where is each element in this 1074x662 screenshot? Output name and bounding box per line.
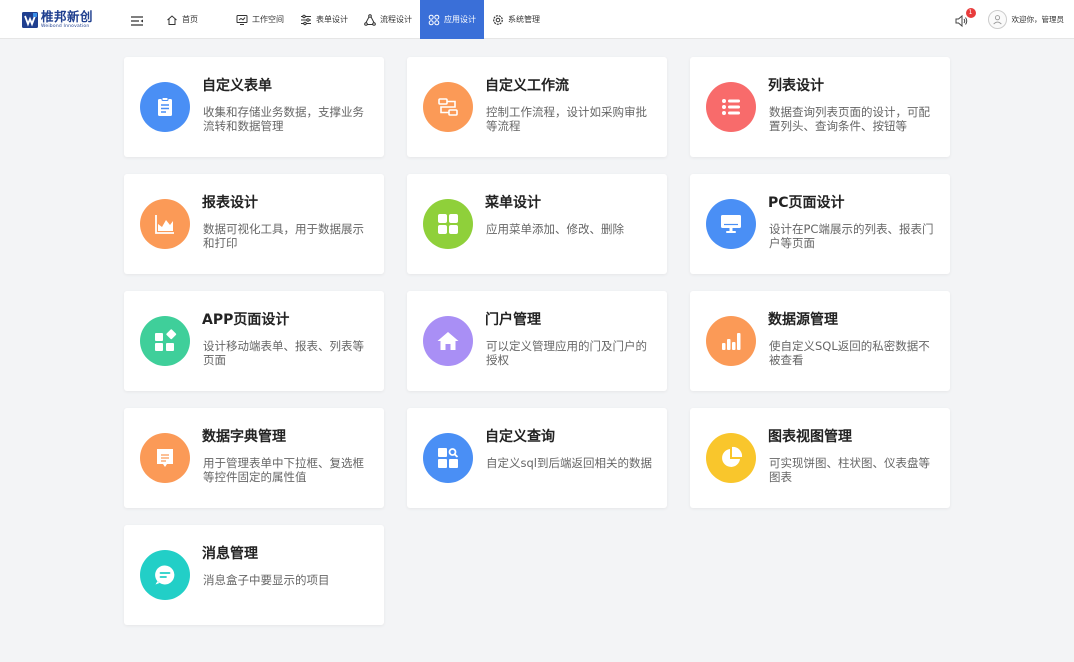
card-title: 报表设计	[202, 195, 258, 211]
card-list-design[interactable]: 列表设计 数据查询列表页面的设计，可配置列头、查询条件、按钮等	[690, 57, 950, 157]
card-title: 自定义表单	[202, 78, 272, 94]
card-datasource-management[interactable]: 数据源管理 使自定义SQL返回的私密数据不被查看	[690, 291, 950, 391]
card-title: 消息管理	[202, 546, 258, 562]
card-description: 可以定义管理应用的门及门户的授权	[486, 339, 647, 367]
card-icon-circle	[140, 433, 190, 483]
dictionary-icon	[157, 449, 173, 467]
flow-icon	[364, 13, 376, 26]
gear-icon	[493, 14, 503, 25]
card-icon-circle	[706, 316, 756, 366]
card-pc-page-design[interactable]: PC页面设计 设计在PC端展示的列表、报表门户等页面	[690, 174, 950, 274]
clipboard-icon	[158, 97, 172, 116]
house-icon	[437, 332, 459, 350]
nav-item-form-design[interactable]: 表单设计	[292, 0, 356, 39]
card-description: 数据可视化工具，用于数据展示和打印	[203, 222, 364, 250]
nav-item-app-design[interactable]: 应用设计	[420, 0, 484, 39]
card-description: 收集和存储业务数据，支撑业务流转和数据管理	[203, 105, 364, 133]
card-icon-circle	[423, 433, 473, 483]
card-portal-management[interactable]: 门户管理 可以定义管理应用的门及门户的授权	[407, 291, 667, 391]
card-description: 设计移动端表单、报表、列表等页面	[203, 339, 364, 367]
widgets-icon	[155, 329, 177, 351]
card-icon-circle	[423, 316, 473, 366]
sliders-icon	[301, 14, 311, 25]
card-description: 用于管理表单中下拉框、复选框等控件固定的属性值	[203, 456, 364, 484]
card-title: APP页面设计	[202, 312, 290, 328]
desktop-icon	[721, 215, 741, 233]
workflow-icon	[438, 98, 458, 116]
logo-text: 椎邦新创 Weibond Innovation	[41, 9, 94, 29]
nav-item-label: 首页	[182, 15, 198, 24]
card-title: 数据源管理	[768, 312, 838, 328]
nav-item-home[interactable]: 首页	[158, 0, 206, 39]
card-description: 消息盒子中要显示的项目	[203, 573, 330, 587]
notification-button[interactable]: 1	[954, 7, 976, 27]
card-title: PC页面设计	[768, 195, 845, 211]
user-icon	[992, 15, 1002, 25]
card-title: 门户管理	[485, 312, 541, 328]
card-description: 数据查询列表页面的设计，可配置列头、查询条件、按钮等	[769, 105, 930, 133]
nav-item-label: 表单设计	[316, 15, 348, 24]
card-app-page-design[interactable]: APP页面设计 设计移动端表单、报表、列表等页面	[124, 291, 384, 391]
top-bar: 椎邦新创 Weibond Innovation 首页 工作空间 表单设计 流程设…	[0, 0, 1074, 39]
card-icon-circle	[140, 82, 190, 132]
logo[interactable]: 椎邦新创 Weibond Innovation	[22, 9, 93, 31]
bar-chart-icon	[722, 333, 741, 350]
card-description: 自定义sql到后端返回相关的数据	[486, 456, 652, 470]
notification-badge: 1	[965, 7, 976, 18]
card-description: 控制工作流程，设计如采购审批等流程	[486, 105, 647, 133]
card-icon-circle	[706, 82, 756, 132]
home-icon	[167, 14, 177, 25]
menu-toggle-icon[interactable]	[130, 13, 144, 27]
speaker-icon	[955, 14, 967, 27]
welcome-text[interactable]: 欢迎你，管理员	[1012, 14, 1065, 25]
card-title: 数据字典管理	[202, 429, 286, 445]
card-title: 自定义查询	[485, 429, 555, 445]
card-description: 可实现饼图、柱状图、仪表盘等图表	[769, 456, 930, 484]
card-title: 菜单设计	[485, 195, 541, 211]
avatar[interactable]	[987, 10, 1007, 29]
card-description: 使自定义SQL返回的私密数据不被查看	[769, 339, 930, 367]
list-icon	[722, 99, 740, 115]
card-icon-circle	[706, 199, 756, 249]
card-custom-form[interactable]: 自定义表单 收集和存储业务数据，支撑业务流转和数据管理	[124, 57, 384, 157]
card-title: 列表设计	[768, 78, 824, 94]
card-menu-design[interactable]: 菜单设计 应用菜单添加、修改、删除	[407, 174, 667, 274]
header-actions: 1 欢迎你，管理员	[954, 0, 1065, 39]
nav-item-label: 工作空间	[252, 15, 284, 24]
main-nav: 首页 工作空间 表单设计 流程设计 应用设计 系统管理	[158, 0, 548, 39]
area-chart-icon	[155, 215, 174, 234]
card-icon-circle	[706, 433, 756, 483]
pie-chart-icon	[722, 446, 743, 467]
card-icon-circle	[423, 82, 473, 132]
card-description: 设计在PC端展示的列表、报表门户等页面	[769, 222, 934, 250]
card-icon-circle	[140, 199, 190, 249]
nav-item-flow-design[interactable]: 流程设计	[356, 0, 420, 39]
card-custom-workflow[interactable]: 自定义工作流 控制工作流程，设计如采购审批等流程	[407, 57, 667, 157]
card-message-management[interactable]: 消息管理 消息盒子中要显示的项目	[124, 525, 384, 625]
nav-item-workspace[interactable]: 工作空间	[228, 0, 292, 39]
nav-item-label: 流程设计	[380, 15, 412, 24]
nav-item-system[interactable]: 系统管理	[484, 0, 548, 39]
card-icon-circle	[140, 550, 190, 600]
card-custom-query[interactable]: 自定义查询 自定义sql到后端返回相关的数据	[407, 408, 667, 508]
query-icon	[438, 448, 459, 468]
logo-name: 椎邦新创	[41, 9, 94, 24]
logo-mark-icon	[22, 12, 38, 28]
card-title: 自定义工作流	[485, 78, 569, 94]
logo-subtitle: Weibond Innovation	[41, 23, 90, 29]
card-icon-circle	[423, 199, 473, 249]
apps-icon	[428, 14, 440, 25]
card-description: 应用菜单添加、修改、删除	[486, 222, 624, 236]
card-chart-view-management[interactable]: 图表视图管理 可实现饼图、柱状图、仪表盘等图表	[690, 408, 950, 508]
card-title: 图表视图管理	[768, 429, 852, 445]
card-icon-circle	[140, 316, 190, 366]
nav-item-label: 系统管理	[508, 15, 540, 24]
card-dictionary-management[interactable]: 数据字典管理 用于管理表单中下拉框、复选框等控件固定的属性值	[124, 408, 384, 508]
nav-item-label: 应用设计	[444, 15, 476, 24]
monitor-icon	[236, 14, 248, 25]
card-report-design[interactable]: 报表设计 数据可视化工具，用于数据展示和打印	[124, 174, 384, 274]
message-icon	[155, 565, 175, 585]
grid-icon	[438, 214, 458, 234]
